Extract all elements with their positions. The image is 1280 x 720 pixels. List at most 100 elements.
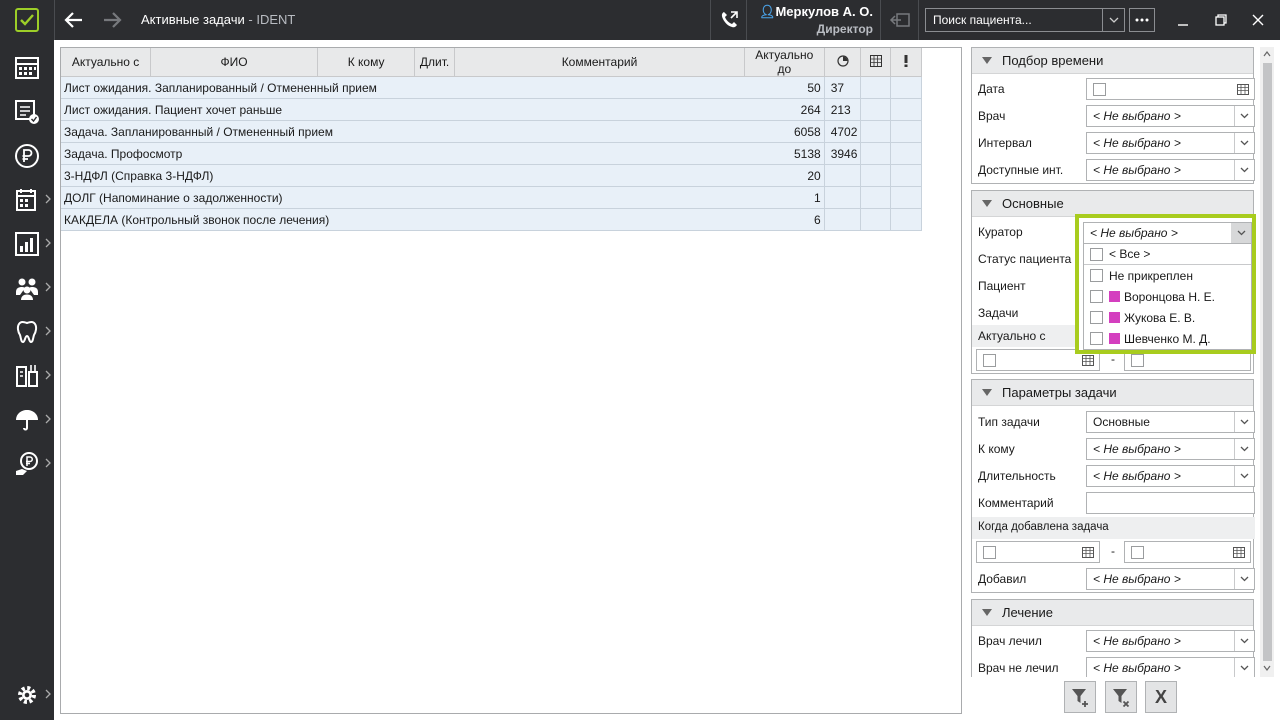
sidebar-item-payments[interactable] [0,444,54,484]
current-user[interactable]: 👤︎Меркулов А. О. Директор [757,4,873,36]
curator-option[interactable]: Шевченко М. Д. [1084,328,1251,349]
col-priority[interactable] [890,48,922,77]
forward-arrow-icon[interactable] [100,8,124,32]
doctor-not-treated-select[interactable]: < Не выбрано > [1086,657,1255,677]
chevron-down-icon[interactable] [1234,631,1254,651]
chevron-down-icon[interactable] [1234,412,1254,432]
section-header[interactable]: Подбор времени [972,48,1253,74]
doctor-select[interactable]: < Не выбрано > [1086,105,1255,127]
task-type-select[interactable]: Основные [1086,411,1255,433]
section-title: Подбор времени [1002,53,1104,68]
date-checkbox[interactable] [1131,354,1144,367]
curator-option[interactable]: Воронцова Н. Е. [1084,286,1251,307]
sidebar-item-schedule[interactable] [0,48,54,88]
collapse-triangle-icon[interactable] [982,609,992,616]
table-row[interactable]: Лист ожидания. Пациент хочет раньше 264 2… [61,98,922,121]
date-checkbox[interactable] [983,354,996,367]
checkmark-logo-icon [15,8,39,32]
option-checkbox[interactable] [1090,311,1103,324]
table-row[interactable]: Задача. Профосмотр 5138 3946 [61,142,922,165]
option-checkbox[interactable] [1090,332,1103,345]
date-range-dash: - [1111,352,1115,366]
col-comment[interactable]: Комментарий [454,48,745,77]
sidebar-item-tasks[interactable] [0,92,54,132]
calendar-icon[interactable] [1232,79,1254,99]
curator-option-unassigned[interactable]: Не прикреплен [1084,265,1251,286]
col-fio[interactable]: ФИО [150,48,319,77]
chevron-down-icon[interactable] [1234,466,1254,486]
chevron-down-icon[interactable] [1234,133,1254,153]
calendar-icon[interactable] [1228,542,1250,562]
curator-select[interactable]: < Не выбрано > [1083,222,1252,244]
chevron-down-icon[interactable] [1234,569,1254,589]
date-checkbox[interactable] [1131,546,1144,559]
table-row[interactable]: Задача. Запланированный / Отмененный при… [61,120,922,143]
app-logo[interactable] [0,0,54,40]
col-clock[interactable] [824,48,862,77]
remove-filter-button[interactable] [1105,681,1137,713]
available-intervals-select[interactable]: < Не выбрано > [1086,159,1255,181]
chevron-down-icon[interactable] [1234,160,1254,180]
to-whom-select[interactable]: < Не выбрано > [1086,438,1255,460]
table-row[interactable]: КАКДЕЛА (Контрольный звонок после лечени… [61,208,922,231]
date-picker[interactable] [1086,78,1255,100]
col-to-whom[interactable]: К кому [317,48,416,77]
collapse-triangle-icon[interactable] [982,389,992,396]
date-checkbox[interactable] [983,546,996,559]
col-actual-from[interactable]: Актуально с [61,48,152,77]
sidebar-item-reports[interactable] [0,180,54,220]
interval-select[interactable]: < Не выбрано > [1086,132,1255,154]
filter-panel-scrollbar[interactable] [1260,47,1274,677]
apply-filter-button[interactable] [1064,681,1096,713]
row-name-cell: Задача. Запланированный / Отмененный при… [61,120,825,143]
patient-search-input[interactable]: Поиск пациента... [925,8,1125,32]
curator-option[interactable]: Жукова Е. В. [1084,307,1251,328]
date-checkbox[interactable] [1093,83,1106,96]
sidebar-item-finance[interactable] [0,136,54,176]
calendar-icon[interactable] [1077,542,1099,562]
col-schedule[interactable] [860,48,892,77]
section-header[interactable]: Лечение [972,600,1253,626]
chevron-down-icon[interactable] [1234,439,1254,459]
sidebar-item-patients[interactable] [0,268,54,308]
sidebar-item-insurance[interactable] [0,400,54,440]
chevron-down-icon[interactable] [1234,106,1254,126]
task-added-end-date[interactable] [1124,541,1251,563]
col-duration[interactable]: Длит. [414,48,456,77]
doctor-treated-select[interactable]: < Не выбрано > [1086,630,1255,652]
doctor-treated-label: Врач лечил [978,634,1042,648]
back-arrow-icon[interactable] [62,8,86,32]
option-checkbox[interactable] [1090,290,1103,303]
sidebar-item-lab[interactable] [0,356,54,396]
chevron-down-icon[interactable] [1234,658,1254,677]
option-checkbox[interactable] [1090,269,1103,282]
duration-select[interactable]: < Не выбрано > [1086,465,1255,487]
sidebar-item-dental[interactable] [0,312,54,352]
collapse-triangle-icon[interactable] [982,200,992,207]
added-by-label: Добавил [978,572,1027,586]
chevron-down-icon[interactable] [1231,223,1251,243]
sidebar-item-settings[interactable] [0,675,54,715]
added-by-select[interactable]: < Не выбрано > [1086,568,1255,590]
curator-option-all[interactable]: < Все > [1084,244,1251,265]
restore-icon[interactable] [1211,10,1231,30]
minimize-icon[interactable] [1173,10,1193,30]
table-row[interactable]: Лист ожидания. Запланированный / Отменен… [61,76,922,99]
table-row[interactable]: 3-НДФЛ (Справка 3-НДФЛ) 20 [61,164,922,187]
comment-input[interactable] [1086,492,1255,514]
return-icon[interactable] [888,8,912,32]
col-actual-to[interactable]: Актуально до [744,48,825,77]
chevron-down-icon[interactable] [1102,9,1124,31]
clear-filters-button[interactable]: X [1145,681,1177,713]
sidebar-item-analytics[interactable] [0,224,54,264]
scrollbar-thumb[interactable] [1263,63,1272,661]
more-options-button[interactable] [1129,8,1155,32]
collapse-triangle-icon[interactable] [982,57,992,64]
table-row[interactable]: ДОЛГ (Напоминание о задолженности) 1 [61,186,922,209]
task-added-start-date[interactable] [976,541,1100,563]
close-icon[interactable] [1248,10,1268,30]
section-header[interactable]: Параметры задачи [972,380,1253,406]
option-checkbox[interactable] [1090,247,1103,261]
scroll-down-icon [1263,665,1271,671]
phone-call-icon[interactable] [717,8,741,32]
